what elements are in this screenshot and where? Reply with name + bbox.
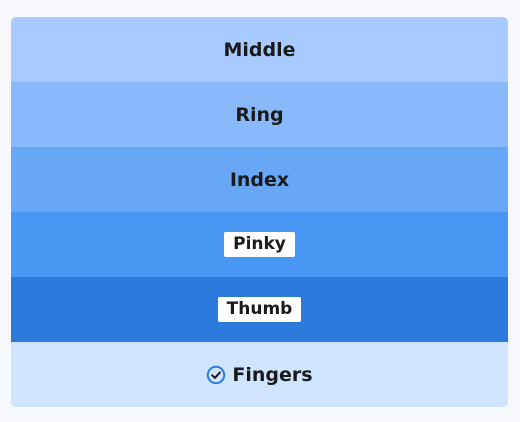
row-thumb[interactable]: Thumb	[11, 277, 508, 342]
row-label: Ring	[235, 103, 284, 126]
footer-label: Fingers	[232, 363, 313, 386]
row-label-chip: Thumb	[217, 297, 302, 322]
check-circle-icon	[206, 365, 226, 385]
row-middle[interactable]: Middle	[11, 17, 508, 82]
row-index[interactable]: Index	[11, 147, 508, 212]
footer-fingers[interactable]: Fingers	[11, 342, 508, 407]
row-label-chip: Pinky	[224, 232, 295, 257]
row-label: Middle	[223, 38, 296, 61]
row-ring[interactable]: Ring	[11, 82, 508, 147]
row-label: Index	[229, 168, 290, 191]
finger-stack-panel: Middle Ring Index Pinky Thumb Fingers	[11, 17, 508, 407]
row-pinky[interactable]: Pinky	[11, 212, 508, 277]
